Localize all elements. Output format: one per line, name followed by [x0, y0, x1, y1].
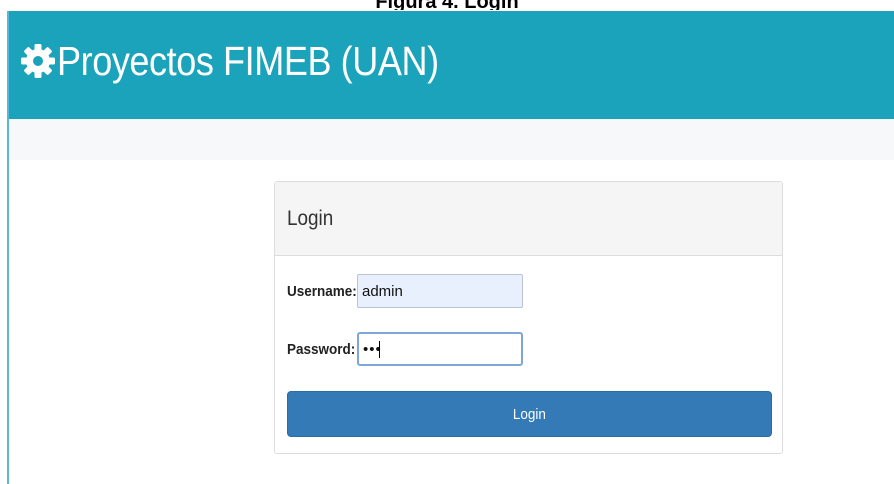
- password-row: Password:: [287, 332, 523, 366]
- top-navbar: Proyectos FIMEB (UAN): [9, 11, 894, 119]
- username-input[interactable]: [357, 274, 523, 308]
- brand[interactable]: Proyectos FIMEB (UAN): [19, 38, 491, 85]
- password-label: Password:: [287, 340, 356, 358]
- login-panel-heading: Login: [275, 182, 782, 256]
- text-cursor: [379, 341, 380, 358]
- gear-icon: [19, 42, 57, 80]
- username-row: Username:: [287, 274, 523, 308]
- username-label: Username:: [287, 282, 357, 300]
- login-button-label: Login: [512, 405, 547, 423]
- login-panel-title: Login: [287, 206, 334, 230]
- password-input[interactable]: [357, 332, 523, 366]
- login-button[interactable]: Login: [287, 391, 772, 437]
- brand-title: Proyectos FIMEB (UAN): [57, 37, 439, 84]
- login-panel: Login Username: Password: Login: [274, 181, 783, 454]
- password-field-wrap: [357, 332, 523, 366]
- secondary-bar: [9, 119, 894, 160]
- figure-caption: Figura 4. Login: [0, 0, 894, 10]
